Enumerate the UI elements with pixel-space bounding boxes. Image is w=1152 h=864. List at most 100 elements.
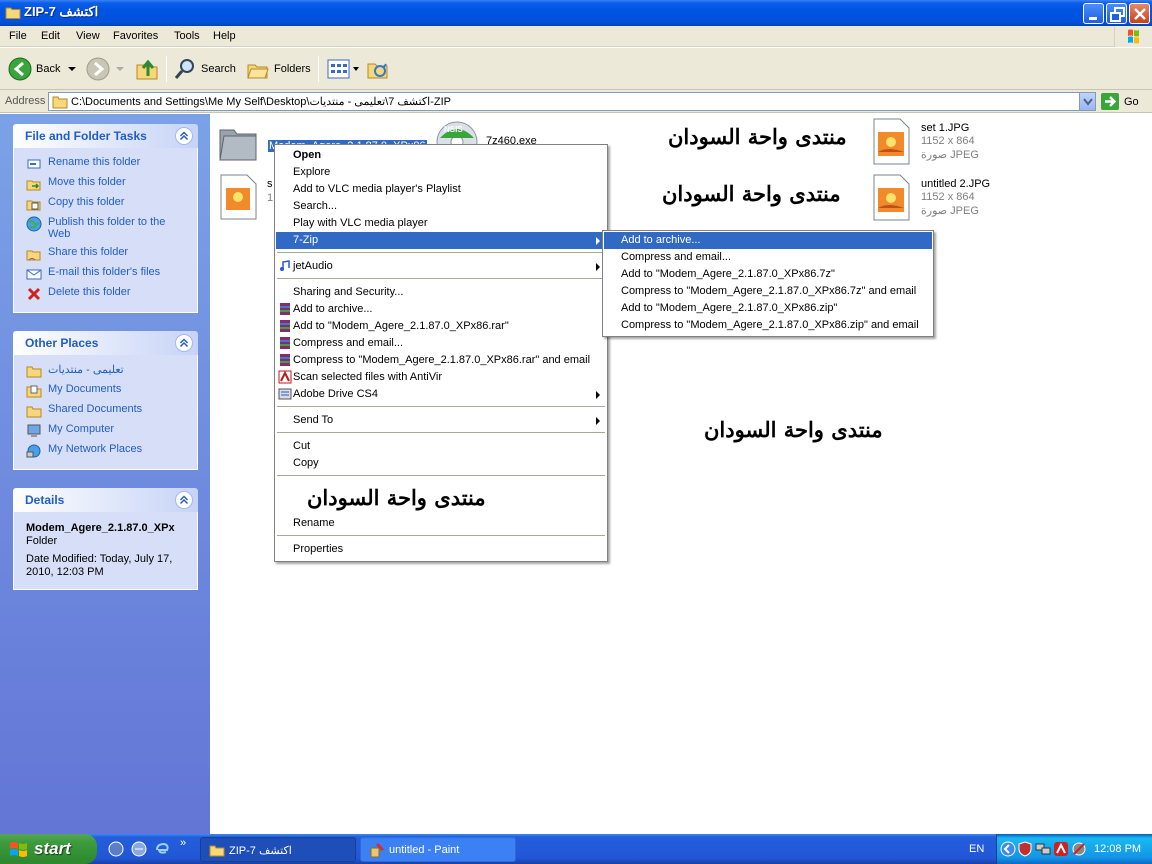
back-button[interactable]: Back — [8, 54, 78, 84]
folder-icon — [26, 406, 42, 418]
antivir-tray-icon[interactable] — [1053, 841, 1069, 857]
menu-item-7zip[interactable]: 7-Zip — [276, 232, 606, 249]
menu-file[interactable]: File — [9, 30, 27, 42]
search-label: Search — [201, 63, 236, 75]
chevron-down-icon[interactable] — [114, 64, 126, 74]
collapse-chevron-icon[interactable] — [175, 334, 193, 352]
tray-expand-icon[interactable] — [1000, 841, 1016, 857]
menu-item-rename[interactable]: Rename — [276, 515, 606, 532]
taskbar: start » اكتشف 7-ZIP untitled - Paint EN … — [0, 834, 1152, 864]
delete-folder-link[interactable]: Delete this folder — [14, 286, 197, 306]
place-link-network-places[interactable]: My Network Places — [14, 443, 197, 463]
folder-sync-button[interactable] — [366, 54, 390, 84]
folder-icon — [209, 845, 225, 857]
move-folder-link[interactable]: Move this folder — [14, 176, 197, 196]
menu-view[interactable]: View — [76, 30, 100, 42]
device-tray-icon[interactable] — [1071, 841, 1087, 857]
menu-favorites[interactable]: Favorites — [113, 30, 158, 42]
menu-item-label: Rename — [293, 517, 335, 529]
email-files-link[interactable]: E-mail this folder's files — [14, 266, 197, 286]
network-tray-icon[interactable] — [1035, 841, 1051, 857]
menu-separator — [277, 432, 605, 433]
panel-header[interactable]: Other Places — [13, 331, 198, 355]
menu-item-vlc-play[interactable]: Play with VLC media player — [276, 215, 606, 232]
taskbar-item-paint[interactable]: untitled - Paint — [360, 837, 516, 862]
panel-header[interactable]: Details — [13, 488, 198, 512]
menu-item-properties[interactable]: Properties — [276, 541, 606, 558]
views-icon — [327, 59, 350, 79]
start-label: start — [34, 839, 71, 858]
menu-item-winrar-compress-email[interactable]: Compress and email... — [276, 335, 606, 352]
menu-item-winrar-compress-rar-email[interactable]: Compress to "Modem_Agere_2.1.87.0_XPx86.… — [276, 352, 606, 369]
chevron-down-icon[interactable] — [66, 64, 78, 74]
minimize-button[interactable] — [1083, 3, 1104, 24]
menu-item-jetaudio[interactable]: jetAudio — [276, 258, 606, 275]
menu-item-label: 7-Zip — [293, 234, 319, 246]
7zip-compress-email[interactable]: Compress and email... — [604, 249, 932, 266]
globe-icon — [26, 216, 42, 232]
menu-item-explore[interactable]: Explore — [276, 164, 606, 181]
close-button[interactable] — [1129, 3, 1150, 24]
delete-icon — [27, 287, 41, 301]
file-type: صورة JPEG — [921, 205, 979, 217]
quicklaunch-app-icon[interactable] — [108, 841, 124, 857]
panel-header[interactable]: File and Folder Tasks — [13, 124, 198, 148]
address-input[interactable]: C:\Documents and Settings\Me My Self\Des… — [48, 92, 1096, 111]
menu-item-copy[interactable]: Copy — [276, 455, 606, 472]
quicklaunch-desktop-icon[interactable] — [131, 841, 147, 857]
menu-item-search[interactable]: Search... — [276, 198, 606, 215]
rename-folder-link[interactable]: Rename this folder — [14, 156, 197, 176]
folders-button[interactable]: Folders — [246, 54, 311, 84]
forward-button[interactable] — [86, 54, 126, 84]
paint-icon — [370, 842, 385, 858]
image-file-icon — [220, 174, 257, 220]
menu-item-winrar-add[interactable]: Add to archive... — [276, 301, 606, 318]
menu-tools[interactable]: Tools — [174, 30, 200, 42]
menu-item-sharing[interactable]: Sharing and Security... — [276, 284, 606, 301]
quicklaunch-expand-icon[interactable]: » — [180, 837, 186, 849]
place-link-my-computer[interactable]: My Computer — [14, 423, 197, 443]
internet-explorer-icon[interactable] — [154, 841, 170, 857]
folder-sync-icon — [367, 63, 388, 79]
collapse-chevron-icon[interactable] — [175, 127, 193, 145]
menu-item-antivir[interactable]: Scan selected files with AntiVir — [276, 369, 606, 386]
7zip-add-zip[interactable]: Add to "Modem_Agere_2.1.87.0_XPx86.zip" — [604, 300, 932, 317]
7zip-add-to-archive[interactable]: Add to archive... — [604, 232, 932, 249]
menu-item-label: Add to "Modem_Agere_2.1.87.0_XPx86.7z" — [621, 268, 835, 280]
menu-item-open[interactable]: Open — [276, 147, 606, 164]
up-folder-icon — [136, 59, 158, 80]
up-folder-button[interactable] — [134, 54, 160, 84]
security-shield-icon[interactable] — [1018, 841, 1032, 857]
go-button[interactable]: Go — [1101, 93, 1139, 110]
title-bar[interactable]: اكتشف 7-ZIP — [0, 0, 1152, 26]
toolbar-separator — [166, 56, 167, 82]
copy-folder-link[interactable]: Copy this folder — [14, 196, 197, 216]
clock[interactable]: 12:08 PM — [1094, 843, 1141, 855]
menu-item-cut[interactable]: Cut — [276, 438, 606, 455]
publish-folder-link[interactable]: Publish this folder to the Web — [14, 216, 197, 246]
taskbar-item-explorer[interactable]: اكتشف 7-ZIP — [200, 837, 356, 862]
7zip-compress-zip-email[interactable]: Compress to "Modem_Agere_2.1.87.0_XPx86.… — [604, 317, 932, 334]
address-dropdown-button[interactable] — [1079, 93, 1095, 110]
chevron-down-icon[interactable] — [351, 64, 361, 74]
menu-edit[interactable]: Edit — [41, 30, 60, 42]
views-button[interactable] — [327, 54, 361, 84]
menu-item-adobe-drive[interactable]: Adobe Drive CS4 — [276, 386, 606, 403]
menu-help[interactable]: Help — [213, 30, 236, 42]
7zip-compress-7z-email[interactable]: Compress to "Modem_Agere_2.1.87.0_XPx86.… — [604, 283, 932, 300]
menu-item-vlc-playlist[interactable]: Add to VLC media player's Playlist — [276, 181, 606, 198]
file-name: s — [267, 178, 273, 190]
menu-item-winrar-add-rar[interactable]: Add to "Modem_Agere_2.1.87.0_XPx86.rar" — [276, 318, 606, 335]
menu-item-send-to[interactable]: Send To — [276, 412, 606, 429]
7zip-add-7z[interactable]: Add to "Modem_Agere_2.1.87.0_XPx86.7z" — [604, 266, 932, 283]
start-button[interactable]: start — [0, 834, 97, 864]
menu-item-label: Sharing and Security... — [293, 286, 404, 298]
place-link-my-documents[interactable]: My Documents — [14, 383, 197, 403]
collapse-chevron-icon[interactable] — [175, 491, 193, 509]
place-link-parent[interactable]: تعليمى - منتديات — [14, 363, 197, 383]
search-button[interactable]: Search — [173, 54, 236, 84]
place-link-shared-documents[interactable]: Shared Documents — [14, 403, 197, 423]
share-folder-link[interactable]: Share this folder — [14, 246, 197, 266]
restore-button[interactable] — [1106, 3, 1127, 24]
language-indicator[interactable]: EN — [969, 843, 984, 855]
